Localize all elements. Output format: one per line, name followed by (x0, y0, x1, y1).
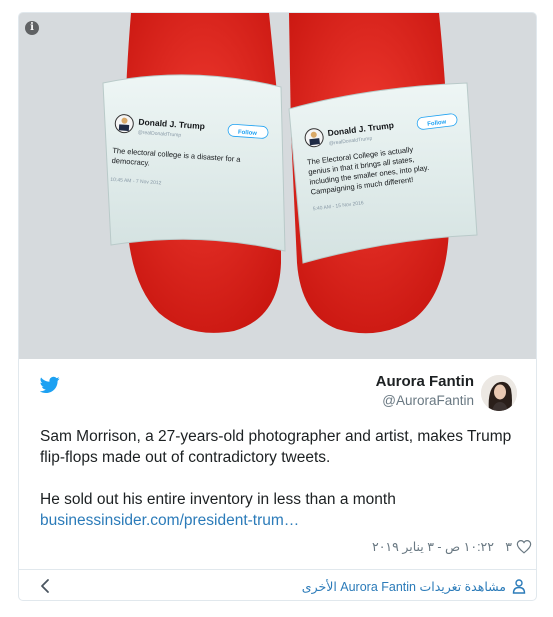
author-name[interactable]: Aurora Fantin (376, 373, 474, 390)
timestamp[interactable]: ١٠:٢٢ ص - ٣ يناير ٢٠١٩ (372, 539, 494, 554)
twitter-bird-icon[interactable] (40, 376, 60, 394)
like-count: ٣ (505, 540, 512, 554)
tweet-footer: مشاهدة تغريدات Aurora Fantin الأخرى (19, 569, 536, 600)
author-handle[interactable]: @AuroraFantin (382, 393, 474, 408)
heart-icon[interactable] (516, 539, 532, 554)
info-icon[interactable]: i (25, 21, 39, 35)
avatar-image (481, 375, 517, 411)
more-tweets-link[interactable]: مشاهدة تغريدات Aurora Fantin الأخرى (302, 579, 506, 594)
tweet-meta: ١٠:٢٢ ص - ٣ يناير ٢٠١٩ ٣ (19, 538, 536, 558)
tweet-paragraph-2: He sold out his entire inventory in less… (40, 491, 396, 508)
avatar[interactable] (481, 375, 517, 411)
flip-flops-illustration: Donald J. Trump @realDonaldTrump Follow … (19, 13, 536, 359)
tweet-body: Sam Morrison, a 27-years-old photographe… (40, 426, 520, 531)
article-link[interactable]: businessinsider.com/president-trum… (40, 510, 520, 531)
embedded-tweet-card: Donald J. Trump @realDonaldTrump Follow … (18, 12, 537, 601)
tweet-photo[interactable]: Donald J. Trump @realDonaldTrump Follow … (19, 13, 536, 359)
tweet-author-header: Aurora Fantin @AuroraFantin (19, 370, 536, 420)
chevron-left-icon[interactable] (39, 578, 51, 594)
person-icon (512, 579, 526, 594)
tweet-paragraph-1: Sam Morrison, a 27-years-old photographe… (40, 428, 512, 466)
